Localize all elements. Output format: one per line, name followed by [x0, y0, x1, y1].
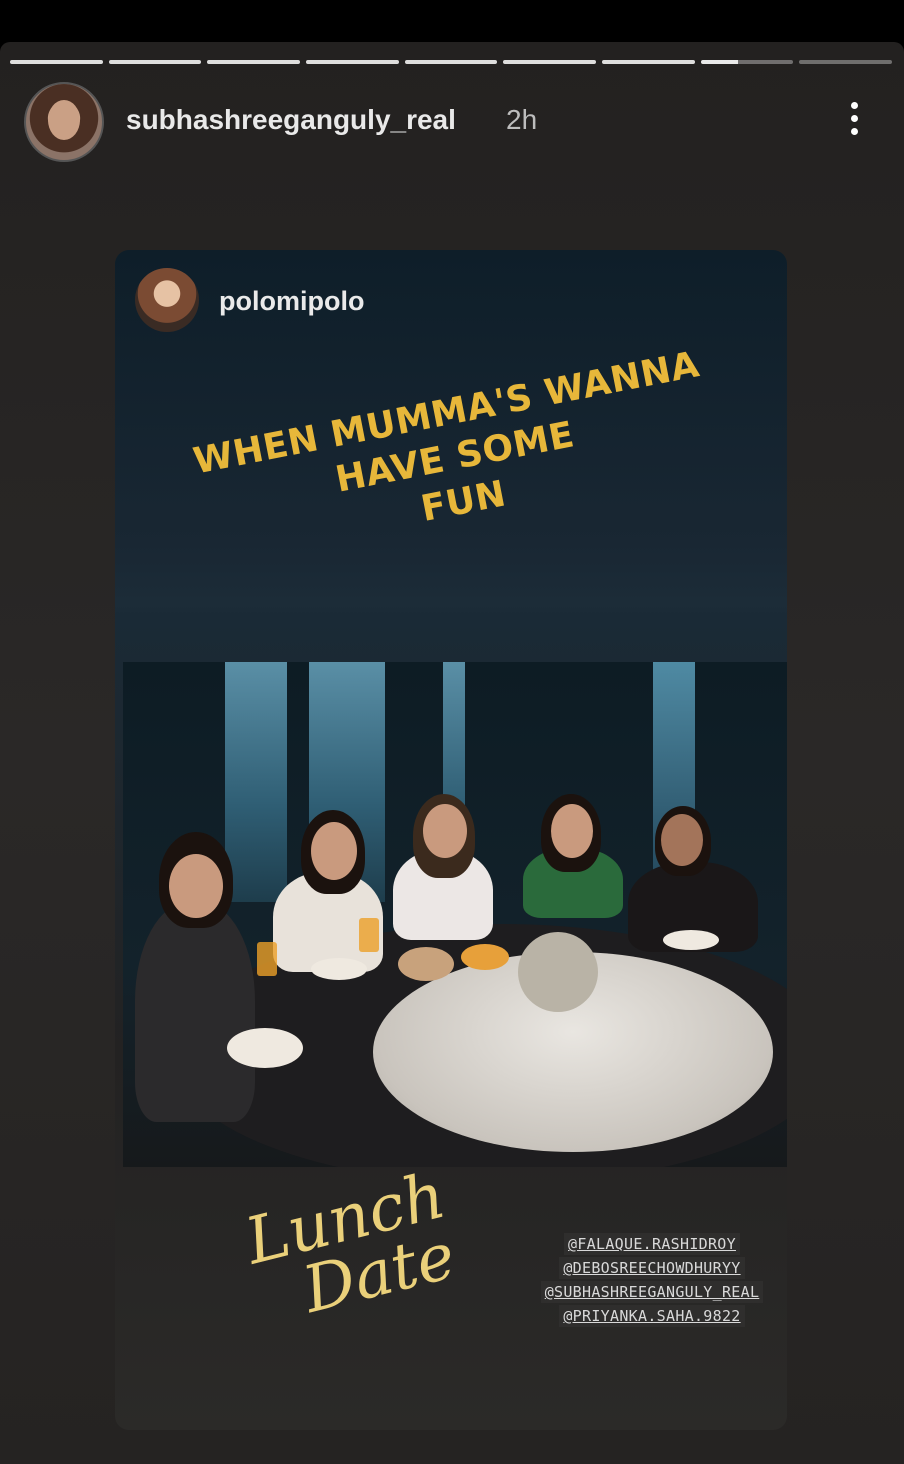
- caption-text: WHEN MUMMA'S WANNA HAVE SOME FUN: [148, 334, 763, 581]
- progress-segment: [404, 60, 498, 64]
- progress-segment-current: [700, 60, 794, 64]
- mention-tag[interactable]: @PRIYANKA.SAHA.9822: [559, 1305, 745, 1327]
- mention-tag[interactable]: @SUBHASHREEGANGULY_REAL: [540, 1281, 764, 1303]
- progress-segment: [108, 60, 202, 64]
- story-header: subhashreeganguly_real 2h: [24, 82, 880, 162]
- avatar[interactable]: [24, 82, 104, 162]
- mention-tag[interactable]: @DEBOSREECHOWDHURYY: [559, 1257, 745, 1279]
- progress-segment: [503, 60, 597, 64]
- story-progress-bar: [10, 60, 893, 65]
- story-username[interactable]: subhashreeganguly_real: [126, 104, 456, 136]
- original-poster-username[interactable]: polomipolo: [219, 286, 364, 317]
- progress-segment: [602, 60, 695, 64]
- progress-segment: [306, 60, 399, 64]
- group-photo: [123, 662, 787, 1167]
- shared-post-card[interactable]: polomipolo WHEN MUMMA'S WANNA HAVE SOME …: [115, 250, 787, 1430]
- more-vertical-icon[interactable]: [848, 102, 860, 142]
- original-poster-avatar[interactable]: [135, 268, 199, 332]
- progress-segment: [207, 60, 301, 64]
- lunch-date-sticker: Lunch Date: [239, 1149, 531, 1332]
- story-timestamp: 2h: [506, 104, 538, 135]
- progress-segment: [799, 60, 893, 64]
- progress-segment: [10, 60, 103, 64]
- mention-list: @FALAQUE.RASHIDROY @DEBOSREECHOWDHURYY @…: [527, 1232, 777, 1328]
- story-viewer[interactable]: subhashreeganguly_real 2h polomipolo WHE…: [0, 42, 904, 1464]
- mention-tag[interactable]: @FALAQUE.RASHIDROY: [564, 1233, 740, 1255]
